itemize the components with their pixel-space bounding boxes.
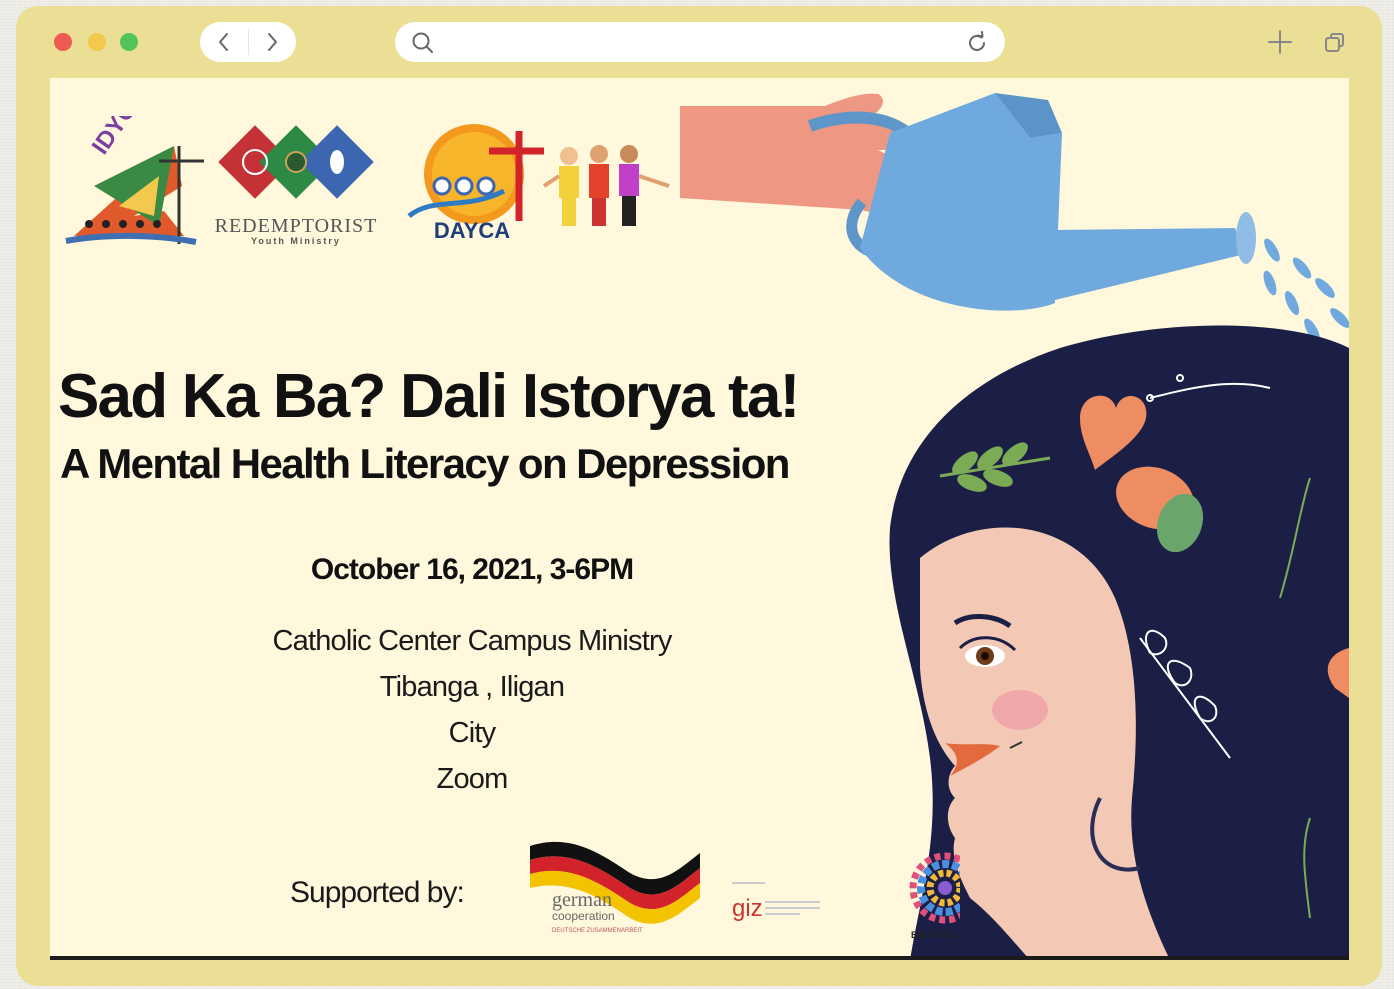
balik-kalipay-logo-text: BALIK KALIPAY: [911, 930, 960, 940]
search-icon: [412, 32, 433, 53]
german-logo-subtext: DEUTSCHE ZUSAMMENARBEIT: [552, 928, 643, 934]
sponsor-logos: german cooperation DEUTSCHE ZUSAMMENARBE…: [530, 841, 960, 940]
hand-graphic: [680, 93, 902, 213]
venue-line: Tibanga , Iligan: [379, 671, 565, 703]
forward-button[interactable]: [249, 22, 297, 62]
browser-window: IDYC REDEMPTORIST Youth Ministry DAYCA S…: [16, 6, 1382, 986]
giz-logo: giz: [732, 882, 820, 922]
back-button[interactable]: [200, 22, 248, 62]
forward-icon: [268, 33, 278, 51]
dayca-logo-text: DAYCA: [434, 218, 510, 243]
dayca-logo: DAYCA: [407, 124, 544, 243]
cooperation-logo-text: cooperation: [552, 909, 615, 923]
redemptorist-logo: REDEMPTORIST Youth Ministry: [215, 125, 378, 246]
venue-line: City: [448, 717, 497, 749]
plus-icon[interactable]: [1267, 29, 1293, 55]
address-bar[interactable]: [395, 22, 1005, 62]
event-venue: Catholic Center Campus Ministry Tibanga …: [50, 618, 894, 802]
minimize-window-button[interactable]: [88, 33, 106, 51]
german-cooperation-logo: german cooperation DEUTSCHE ZUSAMMENARBE…: [530, 841, 700, 934]
redemptorist-logo-text: REDEMPTORIST: [215, 215, 378, 237]
idyc-logo: IDYC: [65, 116, 204, 245]
can-spout: [1050, 228, 1245, 300]
idyc-logo-text: IDYC: [87, 116, 142, 159]
event-date: October 16, 2021, 3-6PM: [310, 553, 634, 586]
event-subtitle: A Mental Health Literacy on Depression: [60, 440, 790, 487]
url-input[interactable]: [447, 28, 927, 56]
youth-figures-logo: [542, 145, 670, 226]
cheek: [992, 690, 1048, 730]
venue-line: Catholic Center Campus Ministry: [272, 625, 672, 657]
supported-by-label: Supported by:: [290, 876, 465, 909]
venue-line: Zoom: [436, 763, 509, 795]
organizer-logos: IDYC REDEMPTORIST Youth Ministry DAYCA: [65, 116, 670, 246]
back-icon: [218, 33, 228, 51]
balik-kalipay-logo: BALIK KALIPAY: [909, 852, 960, 940]
close-window-button[interactable]: [54, 33, 72, 51]
water-drops: [1263, 238, 1349, 342]
event-title: Sad Ka Ba? Dali Istorya ta!: [58, 362, 800, 431]
page-content: IDYC REDEMPTORIST Youth Ministry DAYCA S…: [50, 78, 1349, 960]
german-logo-text: german: [552, 889, 612, 911]
giz-logo-text: giz: [732, 895, 763, 922]
navigation-buttons: [200, 22, 296, 62]
tabs-icon[interactable]: [1323, 31, 1347, 55]
reload-icon[interactable]: [965, 31, 989, 55]
maximize-window-button[interactable]: [120, 33, 138, 51]
redemptorist-logo-subtext: Youth Ministry: [251, 236, 341, 246]
